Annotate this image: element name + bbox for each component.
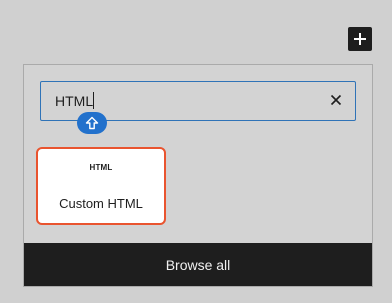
add-block-button[interactable] [348, 27, 372, 51]
block-item-label: Custom HTML [59, 196, 143, 211]
browse-all-button[interactable]: Browse all [24, 243, 372, 286]
plus-icon [354, 33, 366, 45]
html-block-icon: HTML [89, 163, 113, 172]
drag-handle[interactable] [77, 112, 107, 134]
block-inserter-panel: HTML Custom HTML Browse all [23, 64, 373, 287]
block-item-custom-html[interactable]: HTML Custom HTML [36, 147, 166, 225]
arrow-up-icon [85, 116, 99, 130]
clear-search-button[interactable] [327, 91, 345, 109]
close-icon [330, 94, 342, 106]
text-caret [93, 92, 94, 109]
